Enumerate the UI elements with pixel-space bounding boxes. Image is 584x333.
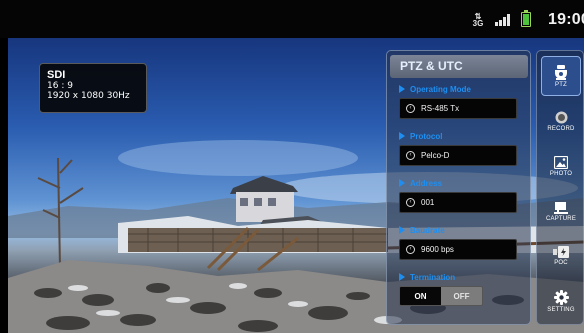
menu-poc[interactable]: POC: [541, 236, 581, 276]
input-source: SDI: [47, 69, 66, 81]
mode-menu: PTZ RECORD PHOTO CAPTURE POC SETTING: [536, 50, 584, 325]
menu-setting[interactable]: SETTING: [541, 281, 581, 321]
termination-toggle[interactable]: ON OFF: [399, 286, 483, 306]
chevron-left-icon: ‹: [406, 245, 415, 254]
signal-strength-icon: [495, 14, 510, 26]
menu-record[interactable]: RECORD: [541, 101, 581, 141]
network-indicator: ⇅ 3G: [472, 13, 484, 28]
network-type: 3G: [472, 19, 484, 28]
aspect-ratio: 16 : 9: [47, 81, 73, 91]
protocol-label: Protocol: [399, 132, 442, 141]
termination-off-button[interactable]: OFF: [441, 287, 482, 305]
video-info-box: SDI 16 : 9 1920 x 1080 30Hz: [39, 63, 147, 113]
panel-title: PTZ & UTC: [390, 55, 528, 78]
gear-icon: [553, 289, 569, 305]
triangle-right-icon: [399, 132, 405, 140]
protocol-select[interactable]: ‹ Pelco-D: [399, 145, 517, 166]
address-label: Address: [399, 179, 442, 188]
triangle-right-icon: [399, 85, 405, 93]
triangle-right-icon: [399, 273, 405, 281]
ptz-settings-panel: PTZ & UTC Operating Mode ‹ RS-485 Tx Prot…: [386, 50, 531, 325]
baudrate-select[interactable]: ‹ 9600 bps: [399, 239, 517, 260]
address-select[interactable]: ‹ 001: [399, 192, 517, 213]
status-bar: ⇅ 3G 19:00: [0, 0, 584, 38]
menu-label: POC: [554, 260, 568, 266]
poc-icon: [553, 246, 569, 258]
battery-icon: [521, 10, 531, 27]
triangle-right-icon: [399, 226, 405, 234]
ptz-camera-icon: [555, 64, 567, 80]
resolution: 1920 x 1080 30Hz: [47, 91, 130, 101]
menu-label: CAPTURE: [545, 215, 577, 222]
chevron-left-icon: ‹: [406, 151, 415, 160]
menu-label: RECORD: [547, 125, 575, 132]
baudrate-label: Baudrate: [399, 226, 445, 235]
menu-ptz[interactable]: PTZ: [541, 56, 581, 96]
capture-icon: [554, 201, 568, 214]
clock: 19:00: [548, 11, 584, 28]
photo-icon: [554, 155, 568, 169]
menu-label: SETTING: [547, 306, 575, 313]
menu-label: PTZ: [555, 81, 567, 88]
menu-photo[interactable]: PHOTO: [541, 146, 581, 186]
termination-on-button[interactable]: ON: [400, 287, 441, 305]
chevron-left-icon: ‹: [406, 104, 415, 113]
record-icon: [555, 111, 567, 123]
termination-label: Termination: [399, 273, 455, 282]
operating-mode-label: Operating Mode: [399, 85, 471, 94]
chevron-left-icon: ‹: [406, 198, 415, 207]
operating-mode-select[interactable]: ‹ RS-485 Tx: [399, 98, 517, 119]
menu-label: PHOTO: [549, 170, 573, 177]
menu-capture[interactable]: CAPTURE: [541, 191, 581, 231]
triangle-right-icon: [399, 179, 405, 187]
